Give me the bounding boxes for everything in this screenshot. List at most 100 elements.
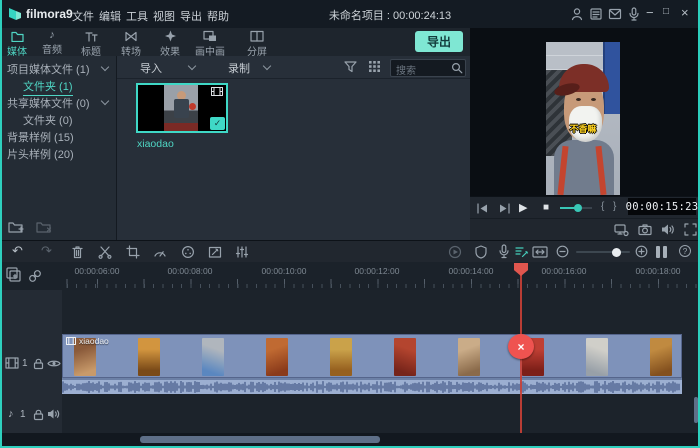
clip-frame-thumbnail bbox=[394, 338, 416, 376]
speaker-icon[interactable] bbox=[661, 223, 675, 239]
zoom-slider-thumb[interactable] bbox=[612, 248, 621, 257]
tab-pip[interactable]: 画中画 bbox=[190, 30, 230, 58]
tab-splitscreen[interactable]: 分屏 bbox=[242, 30, 272, 58]
zoom-in-icon[interactable] bbox=[635, 245, 648, 261]
previous-frame-icon[interactable] bbox=[476, 203, 489, 217]
redo-icon[interactable]: ↷ bbox=[41, 244, 52, 257]
clip-frame-thumbnail bbox=[266, 338, 288, 376]
ruler-label: 00:00:08:00 bbox=[168, 266, 213, 276]
lock-track-icon[interactable] bbox=[32, 408, 45, 424]
menu-export[interactable]: 导出 bbox=[180, 8, 202, 24]
voiceover-mic-icon[interactable] bbox=[497, 244, 511, 262]
sidebar-item-project-media[interactable]: 项目媒体文件 (1) bbox=[7, 61, 90, 77]
record-dropdown-chevron-icon[interactable] bbox=[263, 62, 271, 70]
grid-view-icon[interactable] bbox=[368, 60, 381, 76]
play-button[interactable]: ▶ bbox=[519, 201, 527, 214]
chevron-down-icon[interactable] bbox=[101, 63, 109, 71]
preview-panel: 不香嘛 bbox=[470, 28, 700, 196]
snapshot-camera-icon[interactable] bbox=[638, 223, 652, 239]
media-item-xiaodao[interactable]: ✓ bbox=[136, 83, 228, 133]
help-icon[interactable]: ? bbox=[679, 245, 691, 257]
timeline-zoom-slider[interactable] bbox=[576, 251, 630, 253]
preview-video[interactable]: 不香嘛 bbox=[546, 42, 620, 195]
tab-audio[interactable]: ♪ 音频 bbox=[38, 30, 66, 56]
cut-clip-button[interactable]: × bbox=[508, 334, 534, 359]
media-content-panel: 导入 录制 搜索 ✓ bbox=[117, 56, 470, 240]
sidebar-item-sample-intros[interactable]: 片头样例 (20) bbox=[7, 146, 74, 162]
timeline-ruler[interactable]: 00:00:06:00 00:00:08:00 00:00:10:00 00:0… bbox=[0, 262, 700, 291]
audio-track-lane[interactable] bbox=[62, 396, 700, 434]
overlay-track-lane[interactable] bbox=[62, 290, 700, 334]
clip-frame-thumbnail bbox=[586, 338, 608, 376]
mic-feedback-icon[interactable] bbox=[627, 7, 641, 24]
news-icon[interactable] bbox=[589, 7, 603, 24]
audio-track-icon: ♪ bbox=[8, 408, 14, 420]
split-scissors-icon[interactable] bbox=[98, 245, 112, 262]
playback-controls: ▶ ■ { } 00:00:15:23 bbox=[470, 196, 700, 219]
mute-track-icon[interactable] bbox=[47, 408, 61, 423]
zoom-out-icon[interactable] bbox=[556, 245, 569, 261]
sidebar-item-sample-backgrounds[interactable]: 背景样例 (15) bbox=[7, 129, 74, 145]
sidebar-item-folder-1[interactable]: 文件夹 (1) bbox=[23, 78, 73, 96]
account-icon[interactable] bbox=[570, 7, 584, 24]
menu-help[interactable]: 帮助 bbox=[207, 8, 229, 24]
import-button[interactable]: 导入 bbox=[140, 60, 162, 76]
zoom-fit-timeline-icon[interactable] bbox=[532, 246, 548, 261]
close-button[interactable]: × bbox=[681, 6, 689, 19]
record-button[interactable]: 录制 bbox=[228, 60, 250, 76]
delete-folder-icon[interactable] bbox=[36, 220, 53, 237]
undo-icon[interactable]: ↶ bbox=[12, 244, 23, 257]
filmora-window: filmora9 文件 编辑 工具 视图 导出 帮助 未命名项目 : 00:00… bbox=[0, 0, 700, 448]
ruler-label: 00:00:10:00 bbox=[262, 266, 307, 276]
sidebar-item-shared-media[interactable]: 共享媒体文件 (0) bbox=[7, 95, 90, 111]
media-item-caption: xiaodao bbox=[137, 138, 174, 150]
maximize-button[interactable]: □ bbox=[663, 7, 669, 17]
filter-icon[interactable] bbox=[344, 60, 357, 76]
menu-view[interactable]: 视图 bbox=[153, 8, 175, 24]
search-input[interactable]: 搜索 bbox=[390, 59, 466, 77]
mark-out-icon[interactable]: } bbox=[613, 201, 616, 212]
export-button[interactable]: 导出 bbox=[415, 31, 463, 52]
menu-edit[interactable]: 编辑 bbox=[99, 8, 121, 24]
minimize-button[interactable]: − bbox=[646, 6, 654, 19]
menu-tools[interactable]: 工具 bbox=[126, 8, 148, 24]
clip-frame-thumbnail bbox=[650, 338, 672, 376]
tab-effects[interactable]: 效果 bbox=[156, 30, 184, 58]
lock-track-icon[interactable] bbox=[32, 357, 45, 373]
crop-icon[interactable] bbox=[126, 245, 140, 262]
chevron-down-icon[interactable] bbox=[101, 97, 109, 105]
tab-media[interactable]: 媒体 bbox=[3, 30, 31, 58]
audio-mixer-icon[interactable] bbox=[235, 245, 249, 262]
preview-volume-slider[interactable] bbox=[560, 207, 592, 209]
media-toolbar: 导入 录制 搜索 bbox=[117, 56, 470, 79]
add-folder-icon[interactable] bbox=[8, 220, 25, 237]
next-frame-icon[interactable] bbox=[498, 203, 511, 217]
slider-thumb[interactable] bbox=[574, 204, 582, 212]
display-settings-icon[interactable] bbox=[614, 223, 629, 240]
tab-transitions[interactable]: 转场 bbox=[117, 30, 145, 58]
menu-file[interactable]: 文件 bbox=[72, 8, 94, 24]
horizontal-scrollbar[interactable] bbox=[140, 436, 380, 443]
preview-secondary-controls bbox=[470, 218, 700, 241]
render-preview-icon[interactable] bbox=[448, 245, 462, 262]
stop-button[interactable]: ■ bbox=[543, 202, 549, 213]
mail-icon[interactable] bbox=[608, 8, 622, 23]
clip-thumbnails bbox=[62, 334, 682, 378]
link-clips-icon[interactable] bbox=[28, 269, 42, 286]
sidebar-item-folder-0[interactable]: 文件夹 (0) bbox=[23, 112, 73, 128]
delete-icon[interactable] bbox=[71, 245, 84, 262]
fullscreen-icon[interactable] bbox=[684, 223, 697, 239]
manage-tracks-icon[interactable] bbox=[6, 267, 23, 286]
denoise-edit-icon[interactable] bbox=[514, 245, 529, 262]
tab-titles[interactable]: 标题 bbox=[77, 30, 105, 58]
timeline-clip-xiaodao[interactable]: xiaodao bbox=[62, 334, 682, 394]
toggle-track-visibility-icon[interactable] bbox=[47, 358, 61, 372]
timeline-scroll-area bbox=[0, 433, 700, 446]
shield-icon[interactable] bbox=[474, 245, 488, 262]
track-height-icon[interactable] bbox=[656, 246, 667, 258]
mark-in-icon[interactable]: { bbox=[601, 201, 604, 212]
advanced-edit-icon[interactable] bbox=[208, 245, 222, 262]
speed-icon[interactable] bbox=[153, 246, 167, 261]
color-correction-icon[interactable] bbox=[181, 245, 195, 262]
import-dropdown-chevron-icon[interactable] bbox=[188, 62, 196, 70]
